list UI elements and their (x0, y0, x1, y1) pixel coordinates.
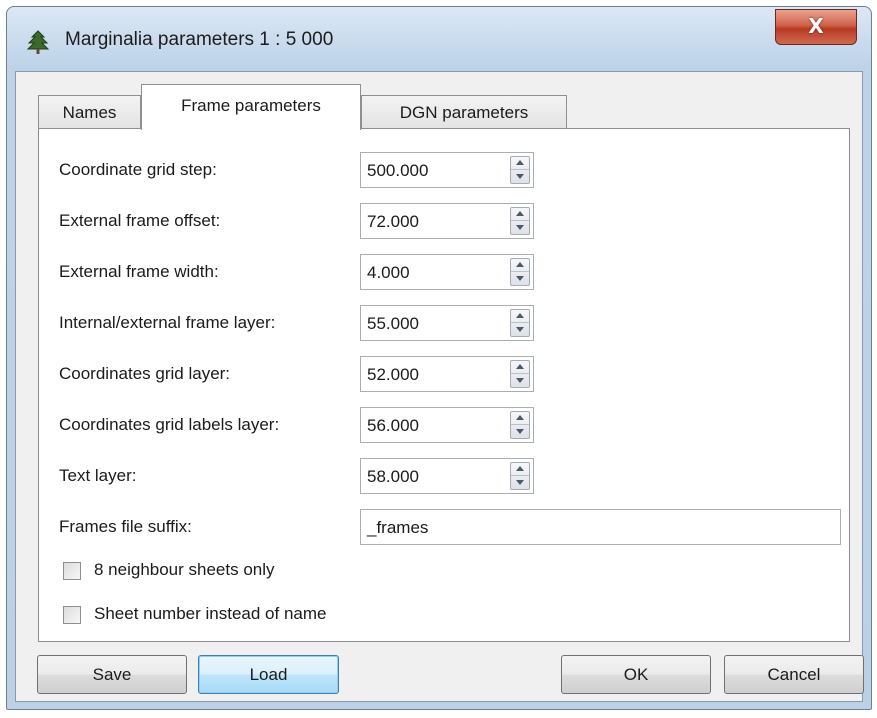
arrow-up-icon (516, 415, 524, 420)
frames-file-suffix-input[interactable]: _frames (360, 509, 841, 545)
external-frame-width-spinbox[interactable]: 4.000 (360, 254, 534, 290)
spin-up-button[interactable] (511, 310, 529, 323)
frame-layer-row: Internal/external frame layer: 55.000 (39, 305, 849, 341)
cancel-button[interactable]: Cancel (724, 655, 864, 694)
tab-dgn-parameters[interactable]: DGN parameters (361, 95, 567, 129)
spinbox-value[interactable]: 52.000 (367, 365, 419, 385)
spinbox-value[interactable]: 500.000 (367, 161, 428, 181)
frame-layer-spinbox[interactable]: 55.000 (360, 305, 534, 341)
spin-up-button[interactable] (511, 157, 529, 170)
arrow-down-icon (516, 276, 524, 281)
arrow-down-icon (516, 378, 524, 383)
external-frame-offset-row: External frame offset: 72.000 (39, 203, 849, 239)
tree-icon (26, 30, 50, 54)
grid-labels-layer-spinbox[interactable]: 56.000 (360, 407, 534, 443)
close-button[interactable]: X (775, 9, 857, 45)
spin-up-button[interactable] (511, 259, 529, 272)
external-frame-width-row: External frame width: 4.000 (39, 254, 849, 290)
spinbox-arrows (510, 411, 530, 439)
save-button[interactable]: Save (37, 655, 187, 694)
coordinate-grid-step-row: Coordinate grid step: 500.000 (39, 152, 849, 188)
arrow-up-icon (516, 364, 524, 369)
spin-down-button[interactable] (511, 170, 529, 183)
frame-parameters-panel: Coordinate grid step: 500.000 External f… (38, 128, 850, 642)
frames-file-suffix-label: Frames file suffix: (59, 517, 192, 536)
arrow-down-icon (516, 480, 524, 485)
spinbox-value[interactable]: 58.000 (367, 467, 419, 487)
spinbox-arrows (510, 462, 530, 490)
spinbox-arrows (510, 207, 530, 235)
arrow-up-icon (516, 160, 524, 165)
title-bar[interactable]: Marginalia parameters 1 : 5 000 X (7, 7, 871, 71)
tab-dgn-parameters-label: DGN parameters (399, 103, 529, 122)
coordinates-grid-layer-row: Coordinates grid layer: 52.000 (39, 356, 849, 392)
coordinate-grid-step-spinbox[interactable]: 500.000 (360, 152, 534, 188)
spinbox-arrows (510, 309, 530, 337)
arrow-down-icon (516, 225, 524, 230)
coordinates-grid-layer-label: Coordinates grid layer: (59, 364, 231, 383)
arrow-up-icon (516, 313, 524, 318)
tab-names[interactable]: Names (38, 95, 141, 129)
spin-down-button[interactable] (511, 323, 529, 336)
spinbox-value[interactable]: 56.000 (367, 416, 419, 436)
arrow-down-icon (516, 429, 524, 434)
arrow-down-icon (516, 174, 524, 179)
sheet-number-label[interactable]: Sheet number instead of name (94, 604, 326, 624)
external-frame-offset-spinbox[interactable]: 72.000 (360, 203, 534, 239)
spin-down-button[interactable] (511, 476, 529, 489)
spin-down-button[interactable] (511, 221, 529, 234)
tab-names-label: Names (62, 103, 117, 122)
neighbour-sheets-label[interactable]: 8 neighbour sheets only (94, 560, 275, 580)
load-button[interactable]: Load (198, 655, 339, 694)
text-layer-row: Text layer: 58.000 (39, 458, 849, 494)
external-frame-offset-label: External frame offset: (59, 211, 221, 230)
spinbox-arrows (510, 360, 530, 388)
grid-labels-layer-label: Coordinates grid labels layer: (59, 415, 280, 434)
sheet-number-checkbox[interactable] (63, 606, 81, 624)
spinbox-arrows (510, 258, 530, 286)
spinbox-arrows (510, 156, 530, 184)
coordinates-grid-layer-spinbox[interactable]: 52.000 (360, 356, 534, 392)
close-icon: X (808, 14, 824, 38)
arrow-up-icon (516, 211, 524, 216)
tab-frame-parameters-label: Frame parameters (181, 96, 321, 115)
grid-labels-layer-row: Coordinates grid labels layer: 56.000 (39, 407, 849, 443)
external-frame-width-label: External frame width: (59, 262, 219, 281)
spinbox-value[interactable]: 55.000 (367, 314, 419, 334)
frame-layer-label: Internal/external frame layer: (59, 313, 276, 332)
coordinate-grid-step-label: Coordinate grid step: (59, 160, 217, 179)
arrow-down-icon (516, 327, 524, 332)
frames-file-suffix-row: Frames file suffix: _frames (39, 509, 849, 545)
spin-down-button[interactable] (511, 374, 529, 387)
spinbox-value[interactable]: 4.000 (367, 263, 410, 283)
spin-down-button[interactable] (511, 272, 529, 285)
spin-up-button[interactable] (511, 412, 529, 425)
dialog-body: Names Frame parameters DGN parameters Co… (15, 71, 864, 702)
spin-up-button[interactable] (511, 208, 529, 221)
arrow-up-icon (516, 262, 524, 267)
text-layer-spinbox[interactable]: 58.000 (360, 458, 534, 494)
tab-frame-parameters[interactable]: Frame parameters (141, 84, 361, 130)
ok-button[interactable]: OK (561, 655, 711, 694)
neighbour-sheets-checkbox[interactable] (63, 562, 81, 580)
dialog-window: Marginalia parameters 1 : 5 000 X Names … (6, 6, 872, 710)
text-layer-label: Text layer: (59, 466, 137, 485)
spin-up-button[interactable] (511, 463, 529, 476)
spin-down-button[interactable] (511, 425, 529, 438)
spin-up-button[interactable] (511, 361, 529, 374)
window-title: Marginalia parameters 1 : 5 000 (65, 29, 334, 50)
spinbox-value[interactable]: 72.000 (367, 212, 419, 232)
arrow-up-icon (516, 466, 524, 471)
